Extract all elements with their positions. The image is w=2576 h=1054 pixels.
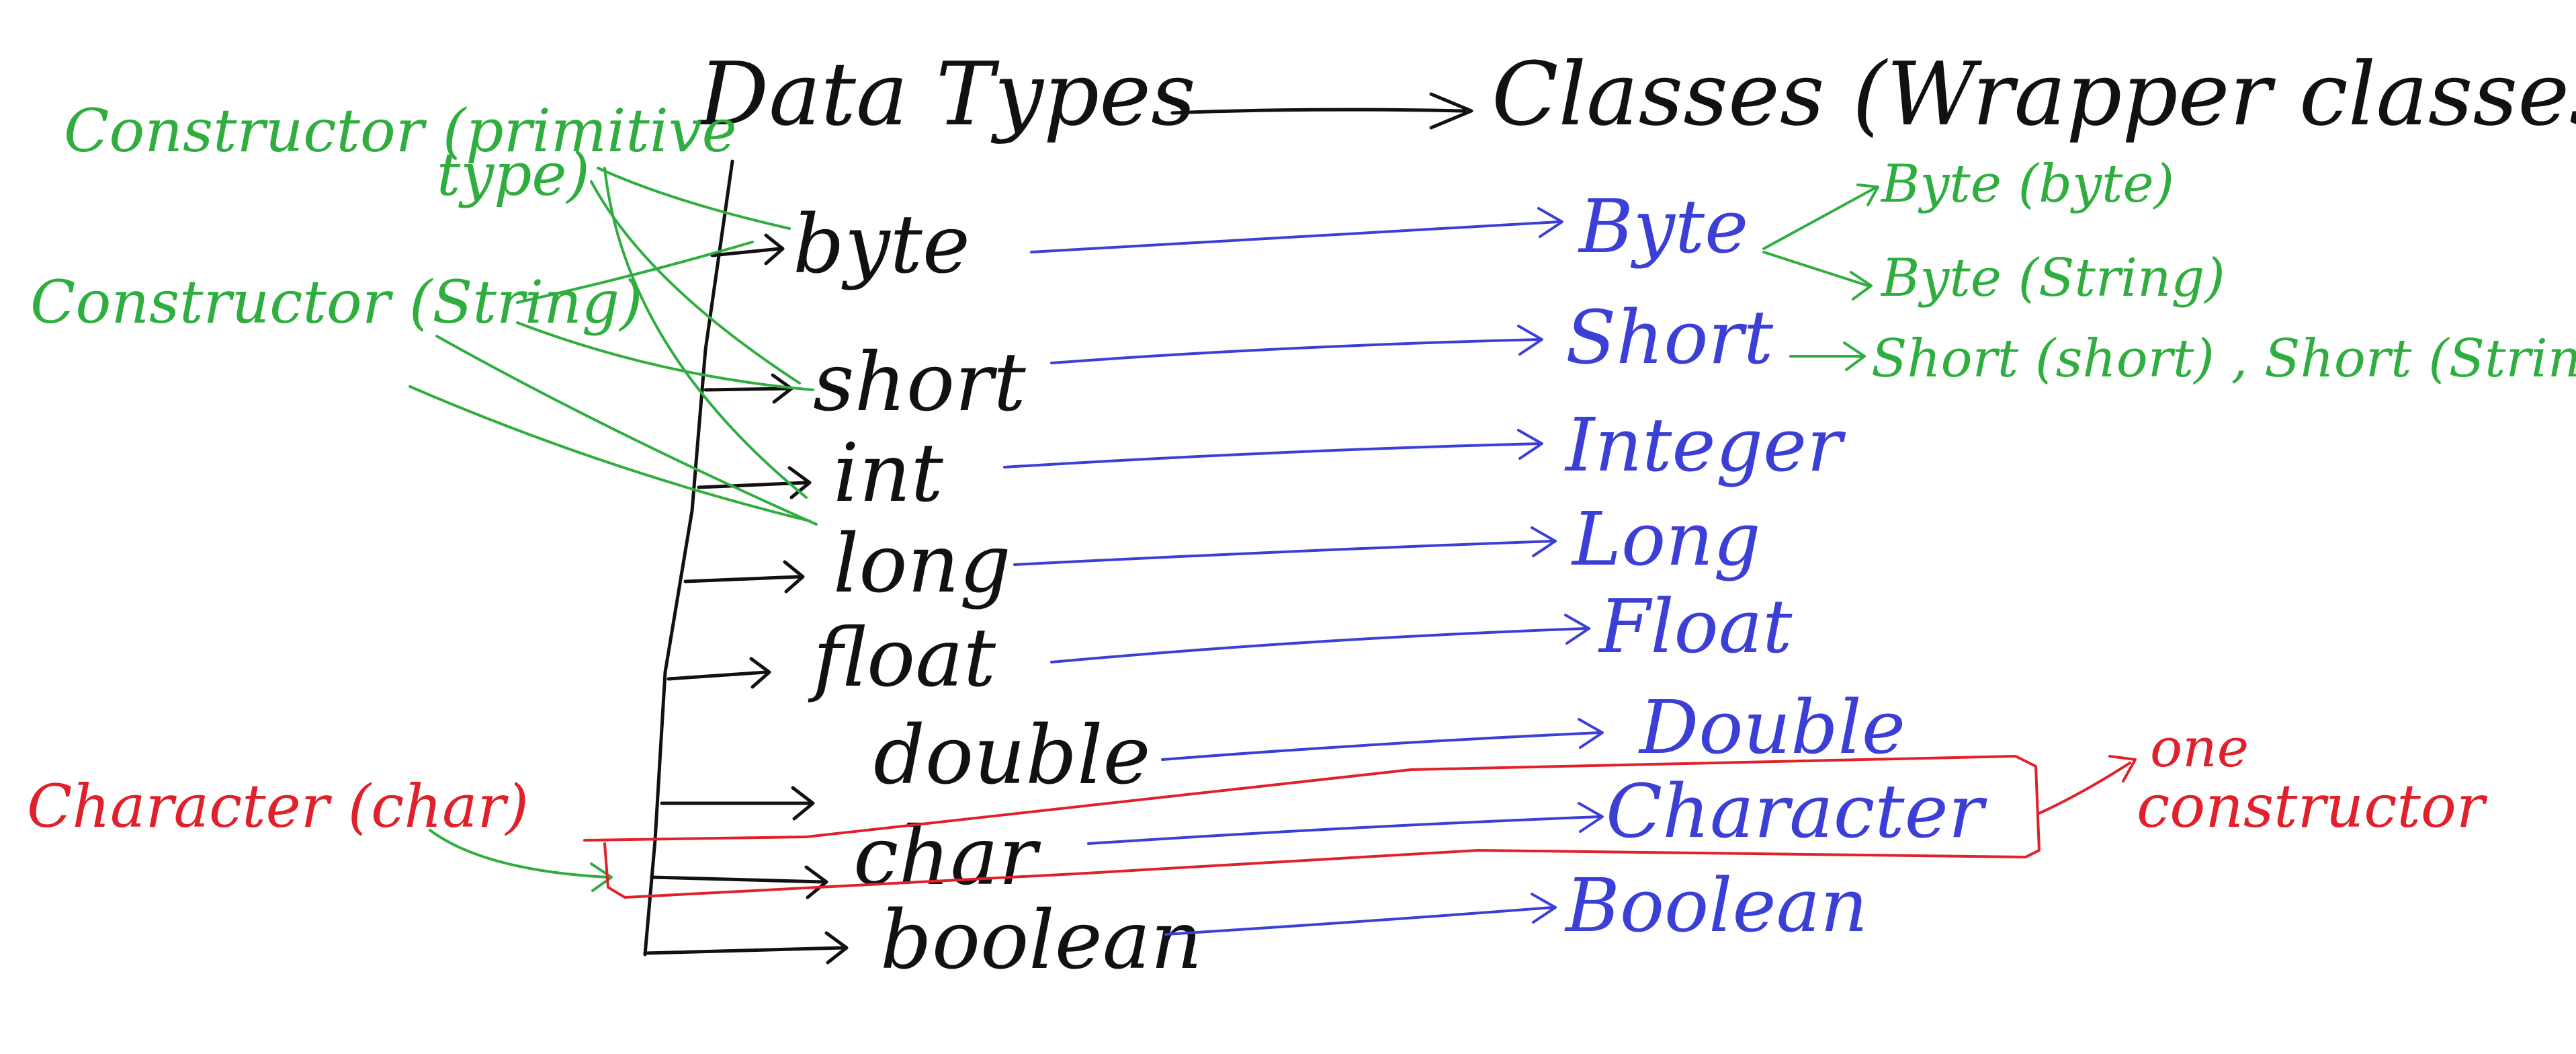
map-arrow-float bbox=[1050, 614, 1590, 663]
byte-ctor-byte: Byte (byte) bbox=[1880, 154, 2174, 214]
short-constructors: Short (short) , Short (String) bbox=[1789, 329, 2576, 389]
map-arrow-byte bbox=[1030, 207, 1563, 253]
byte-ctor-string: Byte (String) bbox=[1880, 248, 2225, 309]
note-constructor-primitive-line2: type) bbox=[437, 140, 590, 209]
short-ctor-list: Short (short) , Short (String) bbox=[1871, 329, 2576, 389]
primitive-short: short bbox=[813, 336, 1026, 430]
byte-constructors: Byte (byte) Byte (String) bbox=[1762, 154, 2225, 309]
map-arrow-boolean bbox=[1164, 893, 1557, 936]
primitive-char: char bbox=[853, 810, 1041, 903]
link-string-to-long bbox=[435, 335, 818, 526]
note-character-char: Character (char) bbox=[27, 772, 529, 841]
primitive-int: int bbox=[833, 427, 944, 520]
primitive-long: long bbox=[833, 518, 1011, 611]
map-arrow-short bbox=[1050, 325, 1543, 364]
note-constructor-string: Constructor (String) bbox=[30, 268, 642, 337]
short-ctor-arrow bbox=[1789, 341, 1866, 371]
branch-arrow-long bbox=[683, 560, 805, 594]
wrapper-character: Character bbox=[1606, 768, 1988, 854]
note-constructor: constructor bbox=[2137, 772, 2488, 841]
map-arrow-int bbox=[1003, 429, 1543, 469]
constructor-link-lines bbox=[409, 167, 818, 526]
map-arrow-char bbox=[1087, 802, 1604, 845]
header-arrow bbox=[1170, 92, 1473, 130]
note-one: one bbox=[2150, 717, 2249, 779]
wrapper-short: Short bbox=[1565, 294, 1774, 380]
primitive-byte: byte bbox=[793, 198, 970, 292]
primitive-double: double bbox=[873, 709, 1151, 803]
map-arrow-double bbox=[1161, 718, 1604, 761]
link-primitive-to-byte bbox=[597, 167, 791, 230]
branch-arrow-double bbox=[660, 786, 815, 821]
wrapper-byte: Byte bbox=[1578, 184, 1748, 270]
one-constructor-arrow bbox=[2038, 755, 2137, 815]
branch-arrow-char bbox=[650, 865, 828, 899]
primitive-boolean: boolean bbox=[880, 894, 1203, 987]
wrapper-float: Float bbox=[1598, 583, 1793, 670]
branch-arrow-boolean bbox=[643, 931, 849, 965]
note-constructor-primitive-line1: Constructor (primitive bbox=[64, 96, 737, 165]
primitive-float: float bbox=[808, 612, 996, 705]
constructor-primitive-note: Constructor (primitive type) bbox=[64, 96, 737, 209]
link-string-stray bbox=[409, 385, 811, 522]
branch-arrow-int bbox=[697, 466, 812, 499]
branch-arrow-short bbox=[703, 373, 793, 404]
mapping-arrows bbox=[1003, 207, 1604, 936]
branch-arrow-float bbox=[667, 657, 771, 689]
byte-ctor-arrow-1 bbox=[1762, 184, 1879, 250]
one-constructor-note: one constructor bbox=[2137, 717, 2488, 841]
wrapper-long: Long bbox=[1571, 496, 1761, 582]
header-data-types: Data Types bbox=[697, 43, 1196, 145]
header-wrapper-classes: Classes (Wrapper classes) bbox=[1492, 43, 2576, 145]
map-arrow-long bbox=[1013, 526, 1557, 566]
whiteboard-canvas: Data Types Classes (Wrapper classes) byt… bbox=[27, 43, 2576, 987]
primitive-bracket-trunk bbox=[643, 159, 734, 957]
wrapper-boolean: Boolean bbox=[1564, 862, 1868, 948]
wrapper-double: Double bbox=[1638, 684, 1905, 770]
byte-ctor-arrow-2 bbox=[1762, 251, 1873, 300]
wrapper-integer: Integer bbox=[1564, 402, 1846, 488]
